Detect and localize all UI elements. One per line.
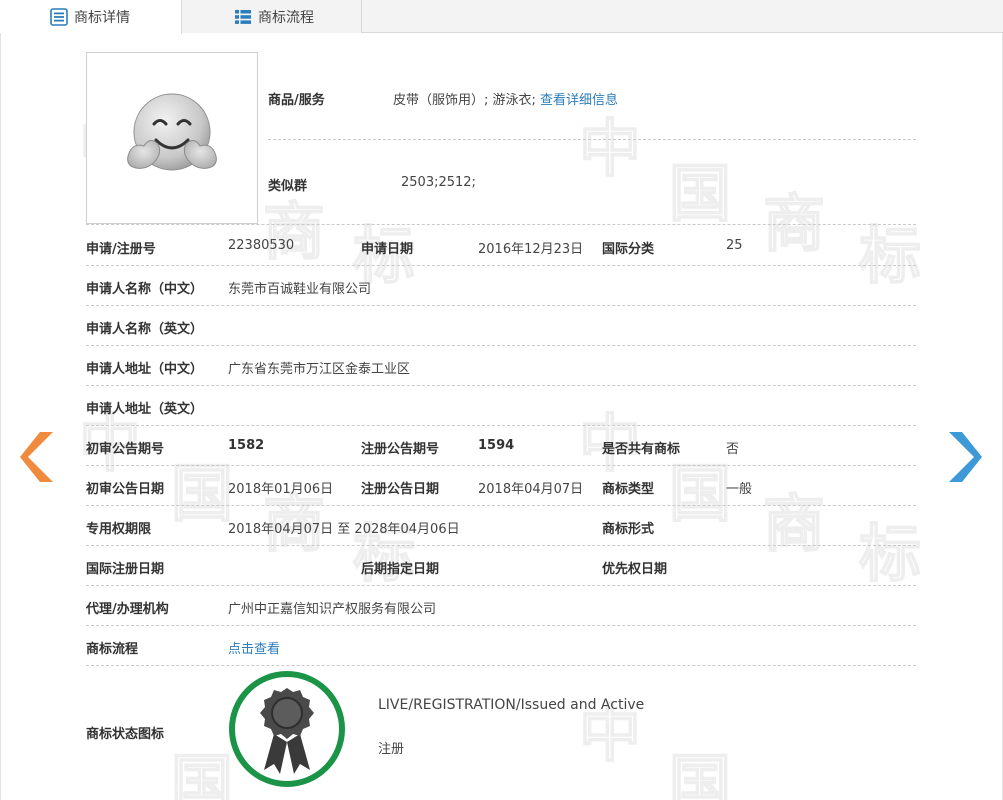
previous-arrow-button[interactable]	[20, 432, 54, 482]
exclusive-term-label: 专用权期限	[86, 522, 152, 537]
watermark-glyph: 标	[858, 218, 922, 293]
intl-class-value: 25	[726, 238, 743, 253]
watermark-glyph: 标	[352, 516, 416, 591]
applicant-name-cn-value: 东莞市百诚鞋业有限公司	[228, 282, 372, 297]
row-divider	[86, 265, 916, 266]
prelim-date-label: 初审公告日期	[86, 482, 165, 497]
intl-class-label: 国际分类	[602, 242, 655, 257]
status-english: LIVE/REGISTRATION/Issued and Active	[378, 697, 645, 713]
mark-type-label: 商标类型	[602, 482, 655, 497]
row-divider	[268, 139, 916, 140]
status-icon-label: 商标状态图标	[86, 727, 165, 742]
reg-issue-value: 1594	[478, 438, 515, 453]
mark-type-value: 一般	[726, 482, 753, 497]
chevron-right-icon	[949, 432, 982, 482]
tab-trademark-flow[interactable]: 商标流程	[182, 0, 362, 33]
watermark-glyph: 国	[668, 156, 732, 231]
tab-trademark-details[interactable]: 商标详情	[0, 0, 182, 34]
applicant-address-en-label: 申请人地址（英文）	[86, 402, 204, 417]
prelim-issue-label: 初审公告期号	[86, 442, 165, 457]
later-designation-date-label: 后期指定日期	[361, 562, 440, 577]
row-divider	[86, 385, 916, 386]
row-divider	[86, 665, 916, 666]
prelim-issue-value: 1582	[228, 438, 265, 453]
watermark-glyph: 中	[578, 111, 642, 186]
tab-bar: 商标详情 商标流程	[0, 0, 1003, 34]
agent-label: 代理/办理机构	[86, 602, 169, 617]
application-date-value: 2016年12月23日	[478, 242, 584, 257]
row-divider	[86, 425, 916, 426]
agent-value: 广州中正嘉信知识产权服务有限公司	[228, 602, 437, 617]
row-divider	[86, 465, 916, 466]
applicant-name-cn-label: 申请人名称（中文）	[86, 282, 204, 297]
applicant-address-cn-label: 申请人地址（中文）	[86, 362, 204, 377]
watermark-glyph: 标	[858, 516, 922, 591]
row-divider	[86, 545, 916, 546]
grid-list-icon	[234, 8, 252, 26]
application-number-value: 22380530	[228, 238, 295, 253]
similar-group-value: 2503;2512;	[401, 175, 476, 190]
row-divider	[86, 625, 916, 626]
mark-form-label: 商标形式	[602, 522, 655, 537]
goods-services-value: 皮带（服饰用）; 游泳衣; 查看详细信息	[393, 89, 618, 108]
hugging-face-emoji-icon	[127, 93, 217, 171]
watermark-glyph: 商	[762, 486, 826, 561]
watermark-glyph: 商	[762, 186, 826, 261]
reg-issue-label: 注册公告期号	[361, 442, 440, 457]
watermark-glyph: 商	[262, 194, 326, 269]
goods-services-text: 皮带（服饰用）; 游泳衣;	[393, 93, 536, 108]
next-arrow-button[interactable]	[948, 432, 982, 482]
applicant-name-en-label: 申请人名称（英文）	[86, 322, 204, 337]
exclusive-term-value: 2018年04月07日 至 2028年04月06日	[228, 522, 460, 537]
similar-group-label: 类似群	[268, 179, 308, 194]
tab-label: 商标详情	[74, 10, 130, 26]
application-date-label: 申请日期	[361, 242, 414, 257]
application-number-label: 申请/注册号	[86, 242, 156, 257]
view-details-link[interactable]: 查看详细信息	[540, 93, 618, 108]
award-ribbon-icon	[260, 688, 314, 774]
intl-reg-date-label: 国际注册日期	[86, 562, 165, 577]
row-divider	[86, 345, 916, 346]
shared-mark-label: 是否共有商标	[602, 442, 681, 457]
row-divider	[86, 224, 916, 225]
watermark-glyph: 国	[170, 456, 234, 531]
row-divider	[86, 505, 916, 506]
reg-date-label: 注册公告日期	[361, 482, 440, 497]
watermark-glyph: 国	[668, 746, 732, 800]
trademark-flow-label: 商标流程	[86, 642, 139, 657]
applicant-address-cn-value: 广东省东莞市万江区金泰工业区	[228, 362, 411, 377]
row-divider	[86, 585, 916, 586]
watermark-glyph: 国	[170, 746, 234, 800]
goods-services-label: 商品/服务	[268, 93, 325, 108]
prelim-date-value: 2018年01月06日	[228, 482, 334, 497]
status-badge	[229, 671, 345, 787]
reg-date-value: 2018年04月07日	[478, 482, 584, 497]
chevron-left-icon	[20, 432, 53, 482]
shared-mark-value: 否	[726, 442, 740, 457]
status-chinese: 注册	[378, 742, 405, 757]
view-flow-link[interactable]: 点击查看	[228, 638, 280, 657]
row-divider	[86, 305, 916, 306]
tab-label: 商标流程	[258, 9, 314, 26]
trademark-image[interactable]	[86, 52, 258, 224]
list-detail-icon	[50, 8, 68, 26]
priority-date-label: 优先权日期	[602, 562, 668, 577]
